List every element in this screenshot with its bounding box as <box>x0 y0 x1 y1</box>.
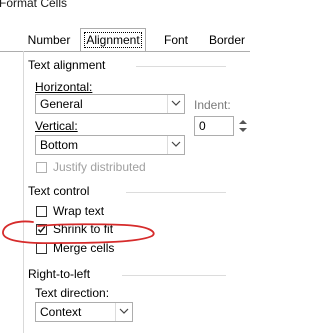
vertical-select[interactable]: Bottom <box>35 135 185 155</box>
indent-stepper[interactable] <box>236 116 250 136</box>
indent-spinner[interactable]: 0 <box>194 116 234 136</box>
tab-alignment[interactable]: Alignment <box>80 28 146 51</box>
text-direction-value: Context <box>40 305 82 319</box>
tab-number[interactable]: Number <box>26 30 72 50</box>
title-bar: Format Cells <box>0 0 250 20</box>
chevron-down-icon[interactable] <box>115 303 132 321</box>
chevron-down-icon[interactable] <box>167 95 184 113</box>
horizontal-label-text: Horizontal: <box>35 80 93 94</box>
text-alignment-group-label: Text alignment <box>28 58 106 72</box>
window-title: Format Cells <box>0 0 68 10</box>
group-divider <box>122 275 226 276</box>
text-direction-select[interactable]: Context <box>35 302 133 322</box>
indent-value: 0 <box>199 119 206 133</box>
tab-font-label: Font <box>163 33 188 47</box>
horizontal-label: Horizontal: <box>35 80 92 94</box>
vertical-label-text: Vertical: <box>35 119 78 133</box>
annotation-oval <box>2 220 155 245</box>
group-divider <box>136 66 226 67</box>
tab-divider <box>0 51 250 52</box>
group-divider <box>126 192 226 193</box>
tab-strip: Number Alignment Font Border <box>0 28 250 52</box>
tab-number-label: Number <box>27 33 71 47</box>
horizontal-select[interactable]: General <box>35 94 185 114</box>
vertical-select-value: Bottom <box>40 138 79 152</box>
right-to-left-group-label: Right-to-left <box>28 267 91 281</box>
justify-distributed-label: Justify distributed <box>53 160 146 174</box>
tab-border-label: Border <box>208 33 246 47</box>
text-control-group-label: Text control <box>28 184 90 198</box>
text-direction-label: Text direction: <box>35 286 110 300</box>
justify-distributed-checkbox[interactable] <box>36 162 47 173</box>
indent-label: Indent: <box>194 98 231 112</box>
chevron-down-icon[interactable] <box>167 136 184 154</box>
tab-border[interactable]: Border <box>205 30 249 50</box>
panel-border <box>23 51 24 333</box>
tab-font[interactable]: Font <box>158 30 194 50</box>
stepper-arrows-icon <box>239 120 247 132</box>
tab-alignment-label: Alignment <box>84 32 142 48</box>
horizontal-select-value: General <box>40 97 83 111</box>
vertical-label: Vertical: <box>35 119 78 133</box>
